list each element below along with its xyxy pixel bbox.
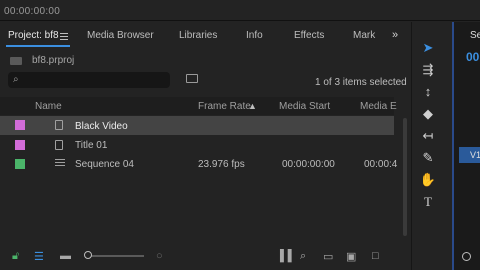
slip-tool-icon[interactable]: ↤ [418,128,438,144]
label-color-swatch[interactable] [15,140,25,150]
pen-tool-icon[interactable]: ✎ [418,150,438,166]
selection-count: 1 of 3 items selected [315,77,407,88]
clear-icon[interactable]: □ [372,250,379,262]
active-tab-indicator [6,45,70,47]
item-name[interactable]: Title 01 [75,140,107,151]
column-name[interactable]: Name [35,101,62,112]
column-frame-rate[interactable]: Frame Rate [198,101,251,112]
new-item-icon[interactable]: ▣ [346,250,356,263]
zoom-slider-handle[interactable] [84,251,92,259]
timeline-timecode[interactable]: 00 [466,50,479,64]
tab-libraries[interactable]: Libraries [179,30,217,41]
column-media-start[interactable]: Media Start [279,101,330,112]
icon-view-icon[interactable]: ▬ [60,250,71,262]
find-icon[interactable]: ⌕ [300,250,306,263]
item-frame-rate: 23.976 fps [198,159,245,170]
timecode-readout: 00:00:00:00 [4,6,61,17]
item-name[interactable]: Black Video [75,121,128,132]
type-tool-icon[interactable]: T [418,194,438,210]
divider [0,20,480,21]
project-file-name: bf8.prproj [32,55,75,66]
automate-to-sequence-icon[interactable]: ▐▐ [276,250,292,262]
item-media-start: 00:00:00:00 [282,159,335,170]
search-icon: ⌕ [13,74,19,85]
file-icon [55,120,63,130]
track-label[interactable]: V1 [470,150,480,160]
panel-menu-icon[interactable] [60,33,68,40]
sort-ascending-icon[interactable]: ▲ [248,101,257,111]
zoom-slider-track[interactable] [88,255,144,257]
tab-markers[interactable]: Mark [353,30,375,41]
tools-panel [411,22,448,270]
selection-tool-icon[interactable]: ➤ [418,40,438,56]
hand-tool-icon[interactable]: ✋ [418,172,438,188]
new-bin-footer-icon[interactable]: ▭ [323,250,333,263]
track-select-tool-icon[interactable]: ⇶ [418,62,438,78]
label-color-swatch[interactable] [15,159,25,169]
item-name[interactable]: Sequence 04 [75,159,134,170]
tabs-overflow-icon[interactable]: » [392,29,398,41]
vertical-scrollbar[interactable] [403,118,407,236]
tab-project[interactable]: Project: bf8 [8,30,59,41]
label-color-swatch[interactable] [15,120,25,130]
item-media-end: 00:00:4 [364,159,398,170]
lock-icon[interactable]: 🔓︎ [12,250,19,263]
timeline-zoom-handle[interactable] [462,252,471,261]
column-media-end[interactable]: Media E [360,101,397,112]
tab-media-browser[interactable]: Media Browser [87,30,154,41]
sequence-icon [55,159,65,169]
tab-info[interactable]: Info [246,30,263,41]
list-view-icon[interactable]: ☰ [34,250,44,263]
file-icon [55,140,63,150]
project-folder-icon [10,57,22,65]
sort-icons-icon[interactable]: ○ [156,250,163,262]
tab-effects[interactable]: Effects [294,30,324,41]
ripple-edit-tool-icon[interactable]: ↕ [418,84,438,99]
razor-tool-icon[interactable]: ◆ [418,106,438,122]
search-input[interactable] [8,72,170,88]
timeline-tab[interactable]: Se [470,30,480,41]
new-bin-icon[interactable] [186,74,198,83]
